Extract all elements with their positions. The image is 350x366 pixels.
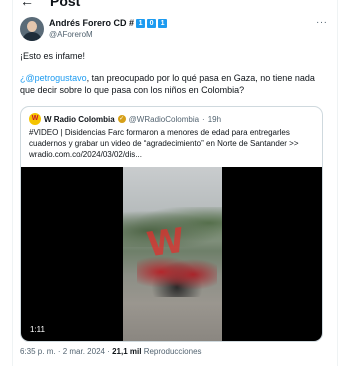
post-date[interactable]: 2 mar. 2024 [63,347,105,356]
quoted-text: #VIDEO | Disidencias Farc formaron a men… [29,128,299,159]
author-name-line[interactable]: Andrés Forero CD # 1 0 1 [49,17,168,29]
number-badge-1b: 1 [158,18,168,28]
number-badge-1: 1 [136,18,146,28]
verified-badge-icon: ✓ [117,115,126,123]
arrow-left-icon[interactable]: ← [20,0,34,8]
quoted-post-header: W W Radio Colombia ✓ @WRadioColombia · 1… [29,113,221,125]
tweet-line-2: ¿@petrogustavo, tan preocupado por lo qu… [20,72,326,96]
quoted-author-name[interactable]: W Radio Colombia [44,114,115,125]
author-name[interactable]: Andrés Forero CD # [49,17,134,29]
quoted-time: 19h [207,114,222,124]
w-radio-watermark: W [144,220,188,266]
post-meta: 6:35 p. m. · 2 mar. 2024 · 21,1 mil Repr… [20,346,202,357]
video-duration: 1:11 [27,324,48,335]
avatar-shirt [22,32,42,41]
avatar[interactable] [20,17,44,41]
avatar-face [27,21,37,32]
post-header: ← Post [12,0,338,12]
author-handle[interactable]: @AForeroM [49,29,93,40]
mention-link[interactable]: ¿@petrogustavo [20,73,87,83]
quoted-author-handle: @WRadioColombia [128,114,200,124]
number-badge-0: 0 [147,18,157,28]
quoted-avatar[interactable]: W [29,113,41,125]
views-count: 21,1 mil [112,347,142,356]
more-horizontal-icon[interactable]: ··· [316,17,328,28]
separator: · [57,347,61,356]
post-time[interactable]: 6:35 p. m. [20,347,56,356]
video-player[interactable]: W 1:11 [21,167,322,341]
tweet-line-1: ¡Esto es infame! [20,51,86,61]
separator: · [107,347,110,356]
views-label: Reproducciones [143,347,202,356]
author-row: Andrés Forero CD # 1 0 1 @AForeroM ··· [20,17,330,43]
video-thumbnail: W [123,167,222,341]
quoted-post[interactable]: W W Radio Colombia ✓ @WRadioColombia · 1… [20,106,323,342]
separator: · [202,114,205,124]
page-title: Post [50,0,81,9]
